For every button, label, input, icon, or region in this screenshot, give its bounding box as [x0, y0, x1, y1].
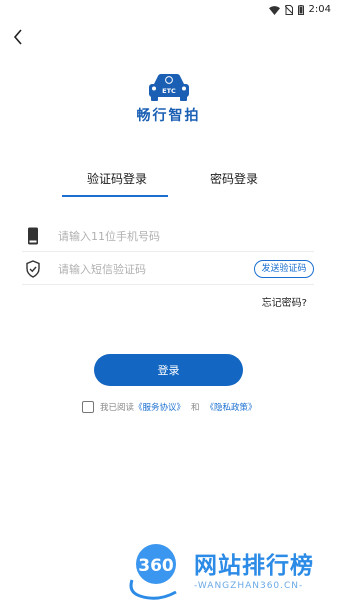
status-time: 2:04	[308, 4, 331, 15]
forgot-password-link[interactable]: 忘记密码?	[262, 294, 307, 309]
watermark-title: 网站排行榜	[194, 553, 314, 579]
etc-badge-text: ETC	[162, 87, 176, 95]
agreement-prefix: 我已阅读	[100, 403, 135, 413]
watermark-logo-text: 360	[138, 556, 174, 576]
tab-active-indicator	[62, 195, 168, 197]
app-name: 畅行智拍	[136, 108, 201, 124]
service-agreement-link[interactable]: 《服务协议》	[134, 401, 185, 413]
status-bar: 2:04	[0, 0, 337, 20]
no-sim-icon	[284, 5, 293, 15]
privacy-policy-link[interactable]: 《隐私政策》	[206, 401, 257, 413]
agreement-row: 我已阅读 《服务协议》 和 《隐私政策》	[82, 401, 257, 413]
back-button[interactable]	[8, 26, 28, 48]
send-code-button[interactable]: 发送验证码	[254, 260, 314, 278]
watermark-360-logo: 360	[129, 544, 177, 600]
tab-sms-login[interactable]: 验证码登录	[66, 170, 168, 188]
tab-password-login[interactable]: 密码登录	[190, 170, 278, 188]
battery-icon	[297, 5, 304, 15]
phone-input[interactable]	[58, 225, 248, 247]
code-field-row: 发送验证码	[22, 252, 314, 285]
status-icons: 2:04	[268, 3, 331, 17]
phone-field-row	[22, 219, 314, 252]
agreement-checkbox[interactable]	[82, 401, 94, 413]
watermark: 360 网站排行榜 -WANGZHAN360.CN-	[124, 540, 337, 600]
watermark-subtitle: -WANGZHAN360.CN-	[194, 581, 304, 591]
phone-icon	[28, 227, 38, 245]
login-button[interactable]: 登录	[94, 354, 243, 386]
sms-code-input[interactable]	[58, 258, 248, 280]
wifi-icon	[268, 5, 280, 15]
shield-check-icon	[26, 260, 40, 278]
car-logo-icon: ETC	[149, 74, 189, 101]
chevron-left-icon	[13, 29, 22, 45]
agreement-and: 和	[191, 403, 200, 413]
